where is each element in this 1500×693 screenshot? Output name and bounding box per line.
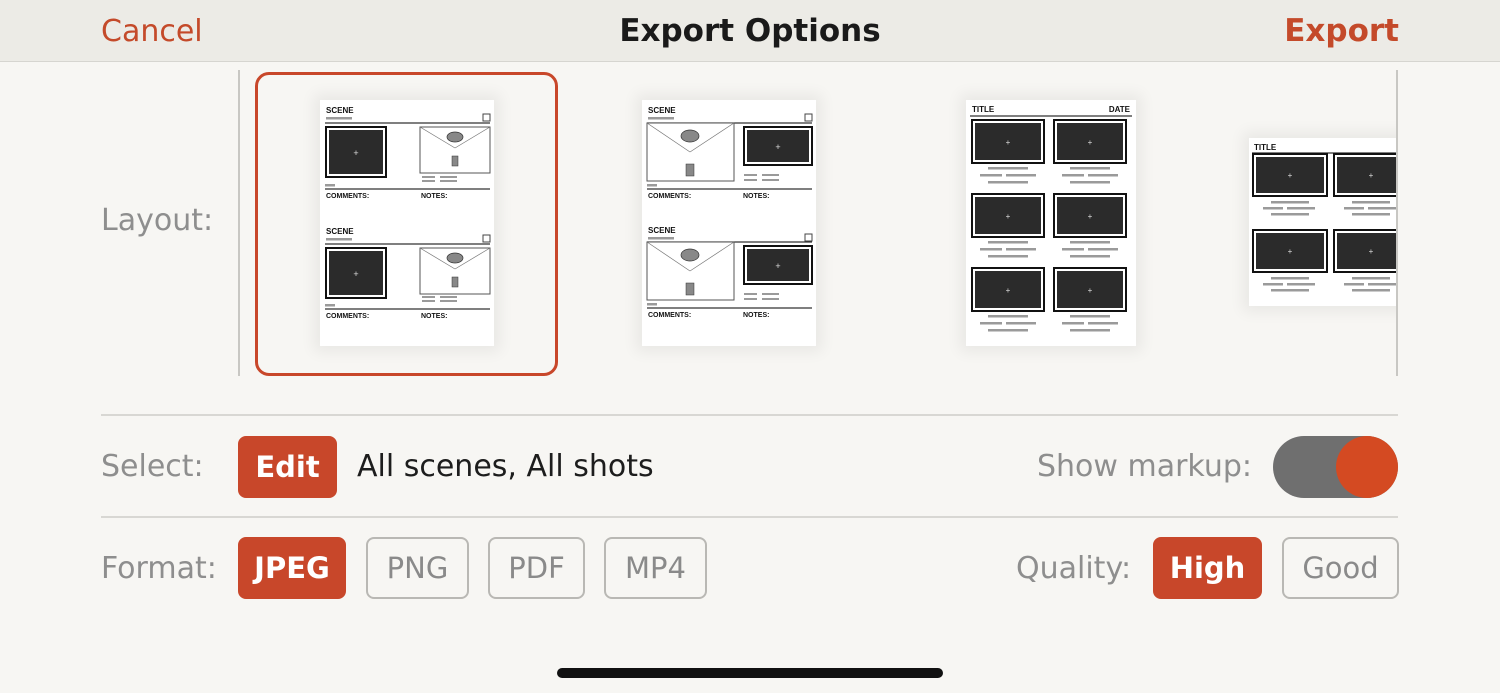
title-header: TITLE — [1254, 143, 1277, 152]
date-header: DATE — [1109, 105, 1131, 114]
comments-field-label: COMMENTS: — [648, 193, 691, 200]
show-markup-toggle[interactable] — [1273, 436, 1398, 498]
svg-text:+: + — [1369, 247, 1374, 256]
export-button[interactable]: Export — [1284, 13, 1399, 49]
scene-header: SCENE — [648, 226, 676, 235]
divider — [101, 414, 1398, 416]
scene-header: SCENE — [648, 106, 676, 115]
quality-good-button[interactable]: Good — [1282, 537, 1399, 599]
edit-button[interactable]: Edit — [238, 436, 337, 498]
layout-thumbnail-3[interactable]: TITLE DATE + + + + + + — [966, 100, 1136, 346]
svg-text:+: + — [1288, 171, 1293, 180]
notes-field-label: NOTES: — [743, 193, 769, 200]
svg-text:+: + — [1006, 212, 1011, 221]
home-indicator[interactable] — [557, 668, 943, 678]
layout-preview-4-graphic: TITLE + + + + — [1252, 143, 1396, 292]
layout-selection-highlight — [255, 72, 558, 376]
show-markup-label: Show markup: — [1037, 449, 1253, 484]
format-label: Format: — [101, 551, 217, 586]
svg-text:+: + — [1369, 171, 1374, 180]
format-png-button[interactable]: PNG — [366, 537, 469, 599]
select-label: Select: — [101, 449, 204, 484]
format-pdf-button[interactable]: PDF — [488, 537, 585, 599]
layout-thumbnail-4[interactable]: TITLE + + + + — [1249, 138, 1396, 306]
layout-preview-3-graphic: TITLE DATE + + + + + + — [970, 105, 1132, 332]
svg-text:+: + — [1088, 286, 1093, 295]
svg-text:+: + — [1088, 212, 1093, 221]
format-jpeg-button[interactable]: JPEG — [238, 537, 346, 599]
svg-text:+: + — [1088, 138, 1093, 147]
selection-summary: All scenes, All shots — [357, 449, 654, 484]
quality-high-button[interactable]: High — [1153, 537, 1262, 599]
layout-thumbnail-2[interactable]: SCENE + COMMENTS: NOTES: SCENE + COMMENT… — [642, 100, 816, 346]
svg-text:+: + — [775, 142, 780, 152]
title-header: TITLE — [972, 105, 995, 114]
page-title: Export Options — [619, 13, 881, 49]
svg-text:+: + — [775, 261, 780, 271]
quality-label: Quality: — [1016, 551, 1132, 586]
layout-preview-2-graphic: SCENE + COMMENTS: NOTES: SCENE + COMMENT… — [646, 106, 813, 319]
svg-text:+: + — [1006, 138, 1011, 147]
layout-label: Layout: — [101, 203, 214, 238]
svg-text:+: + — [1288, 247, 1293, 256]
format-mp4-button[interactable]: MP4 — [604, 537, 707, 599]
comments-field-label: COMMENTS: — [648, 312, 691, 319]
nav-bar: Cancel Export Options Export — [0, 0, 1500, 62]
notes-field-label: NOTES: — [743, 312, 769, 319]
divider — [101, 516, 1398, 518]
toggle-knob — [1336, 436, 1398, 498]
svg-text:+: + — [1006, 286, 1011, 295]
